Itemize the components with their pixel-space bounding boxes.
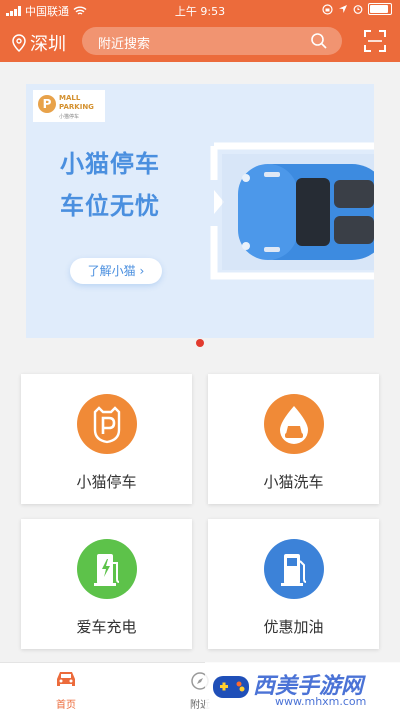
city-selector[interactable]: 深圳 [12,30,66,56]
service-card-fuel[interactable]: 优惠加油 [208,519,379,649]
battery-icon [368,3,392,15]
service-card-car-wash[interactable]: 小猫洗车 [208,374,379,504]
scan-icon[interactable] [364,30,386,52]
service-label: 优惠加油 [263,618,324,636]
parking-icon [77,394,137,454]
status-bar: 中国联通 上午 9:53 [0,0,400,20]
charging-station-icon [77,539,137,599]
learn-more-button[interactable]: 了解小猫 › [70,258,162,284]
city-name: 深圳 [30,34,66,55]
service-card-parking[interactable]: 小猫停车 [21,374,192,504]
watermark-url: www.mhxm.com [275,695,367,708]
alarm-icon [353,5,363,14]
service-label: 爱车充电 [76,618,137,636]
car-icon [57,672,75,686]
tab-label: 首页 [56,700,76,711]
orientation-lock-icon [322,3,333,15]
search-icon [311,33,327,49]
site-watermark: 西美手游网 www.mhxm.com [205,662,400,710]
location-pin-icon [12,34,26,52]
fuel-pump-icon [264,539,324,599]
location-arrow-icon [339,5,347,13]
banner-subtitle: 车位无忧 [60,192,160,220]
car-wash-icon [264,394,324,454]
tab-home[interactable]: 首页 [16,663,116,711]
app-header: 中国联通 上午 9:53 深圳 附近搜索 [0,0,400,62]
service-card-charging[interactable]: 爱车充电 [21,519,192,649]
service-label: 小猫洗车 [263,473,324,491]
gamepad-logo-icon [213,676,249,698]
banner-title: 小猫停车 [60,150,160,178]
mall-parking-logo: P MALL PARKING 小猫停车 [33,90,105,122]
carousel-indicator[interactable] [196,339,204,347]
search-input[interactable]: 附近搜索 [82,27,342,55]
promo-banner[interactable]: P MALL PARKING 小猫停车 小猫停车 车位无忧 了解小猫 › [26,84,374,338]
parking-car-illustration [210,142,374,280]
service-label: 小猫停车 [76,473,137,491]
search-placeholder: 附近搜索 [98,37,151,52]
